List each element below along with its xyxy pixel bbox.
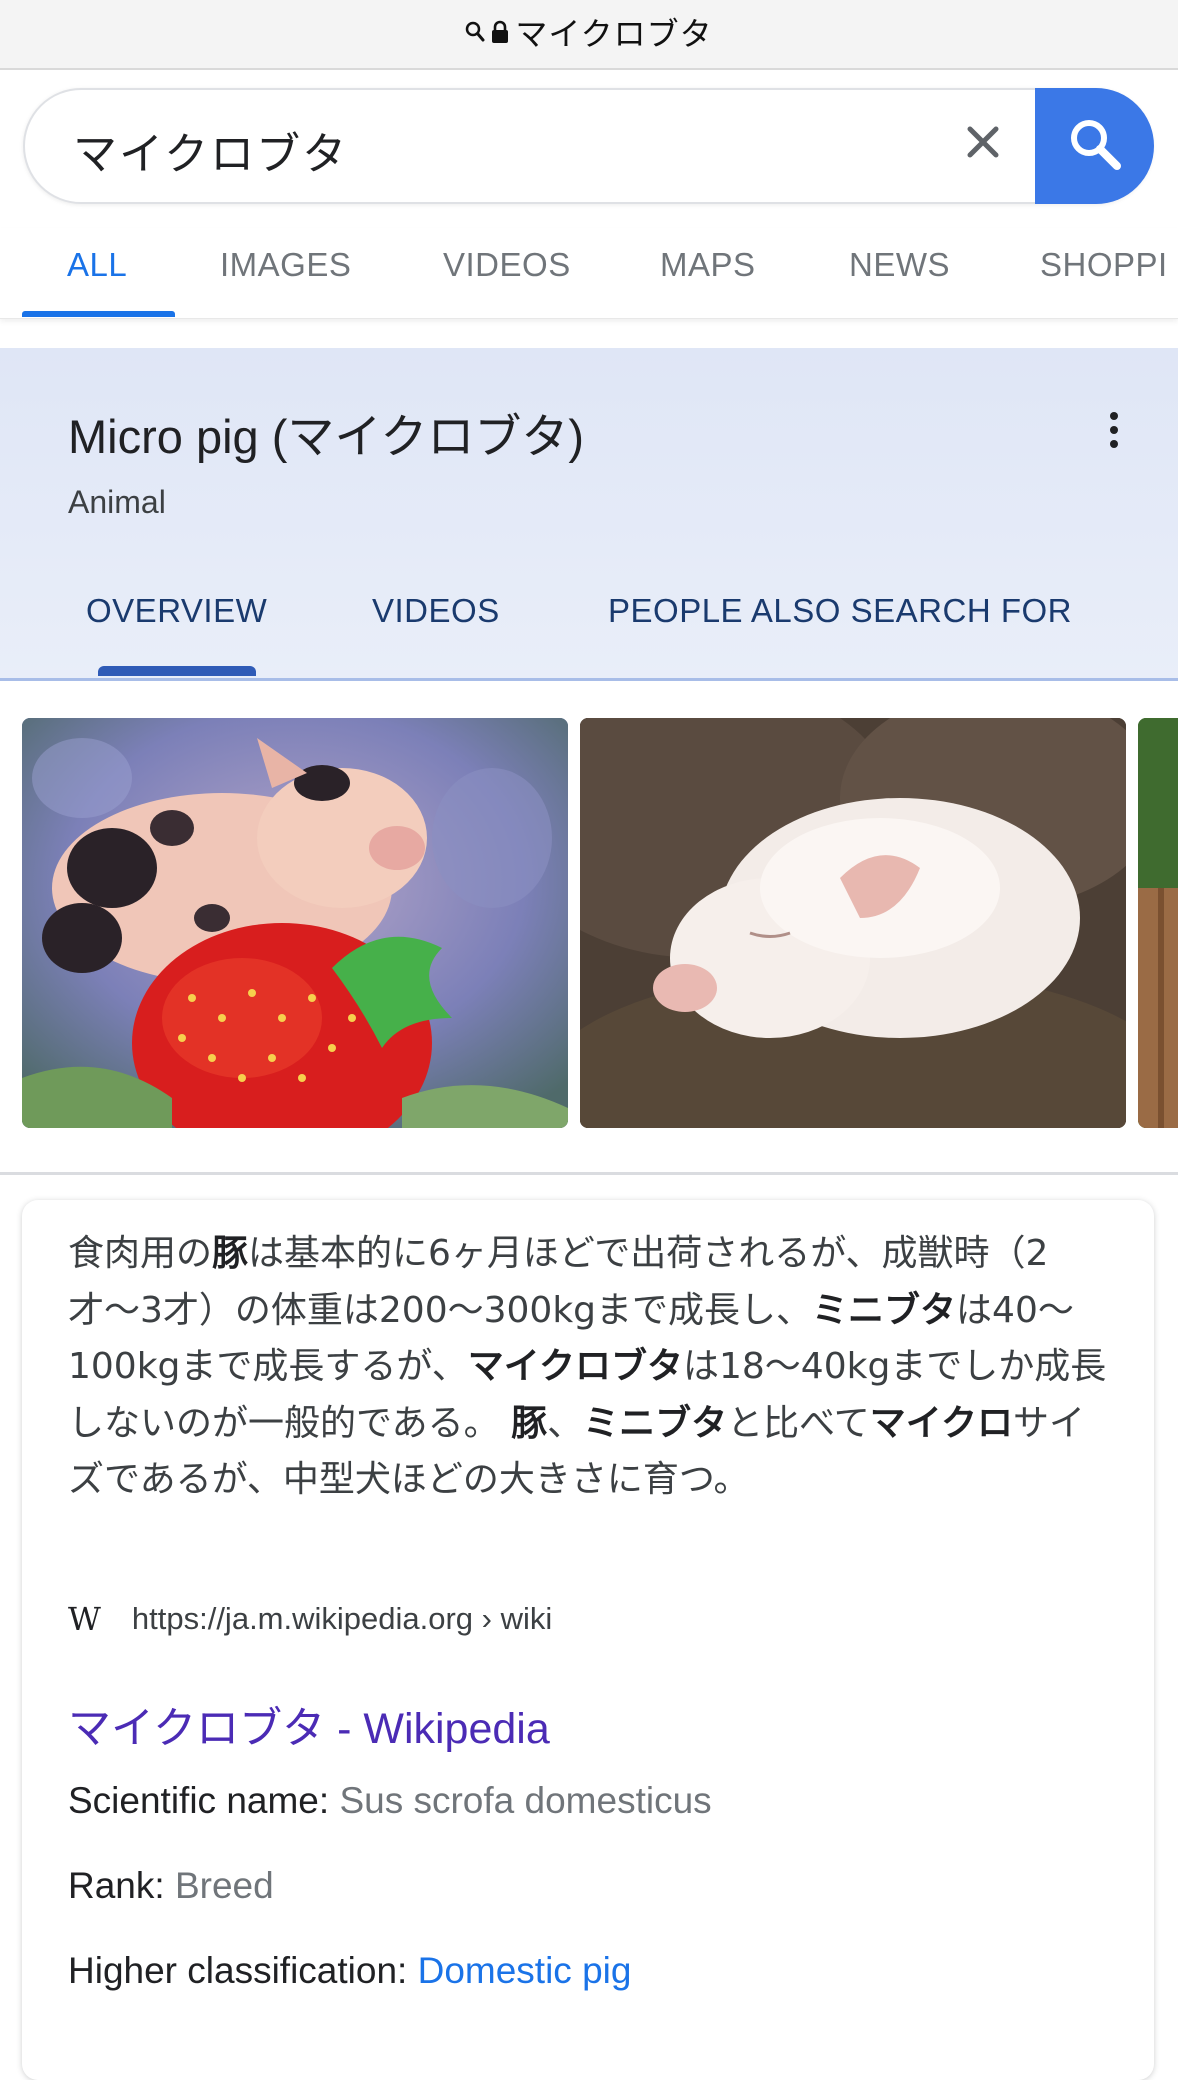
- knowledge-panel-subtitle: Animal: [68, 484, 166, 520]
- desc-segment: 豚: [511, 1402, 548, 1444]
- kp-tab-overview[interactable]: OVERVIEW: [86, 592, 267, 630]
- fact-value: Sus scrofa domesticus: [339, 1780, 712, 1821]
- wikipedia-logo-icon: W: [68, 1600, 101, 1638]
- partial-image[interactable]: [1138, 718, 1178, 1128]
- fact-scientific-name: Scientific name: Sus scrofa domesticus: [68, 1780, 712, 1822]
- tab-shopping[interactable]: SHOPPI: [1040, 246, 1168, 284]
- desc-segment: 、: [547, 1402, 584, 1444]
- fact-rank: Rank: Breed: [68, 1865, 274, 1907]
- desc-segment: マイクロ: [869, 1402, 1013, 1444]
- knowledge-panel-header: Micro pig (マイクロブタ) Animal OVERVIEW VIDEO…: [0, 348, 1178, 681]
- fact-value: Breed: [174, 1865, 274, 1906]
- more-options-button[interactable]: [1098, 400, 1130, 460]
- desc-segment: マイクロブタ: [467, 1346, 683, 1387]
- desc-segment: ミニブタ: [583, 1402, 728, 1444]
- description-text: 食肉用の豚は基本的に6ヶ月ほどで出荷されるが、成獣時（2才〜3才）の体重は200…: [68, 1226, 1118, 1509]
- fact-higher-classification: Higher classification: Domestic pig: [68, 1950, 631, 1992]
- kp-tab-people-also-search[interactable]: PEOPLE ALSO SEARCH FOR: [608, 592, 1072, 630]
- source-row[interactable]: W https://ja.m.wikipedia.org › wiki: [68, 1600, 552, 1638]
- wikipedia-link[interactable]: マイクロブタ - Wikipedia: [68, 1694, 550, 1756]
- desc-segment: 豚: [212, 1233, 249, 1274]
- section-divider: [0, 1172, 1178, 1175]
- browser-address-bar[interactable]: マイクロブタ: [0, 0, 1178, 70]
- knowledge-panel-title: Micro pig (マイクロブタ): [68, 410, 585, 463]
- source-url: https://ja.m.wikipedia.org › wiki: [131, 1601, 553, 1636]
- search-icon: [465, 21, 485, 43]
- piglet-on-strawberry-image[interactable]: [22, 718, 568, 1128]
- address-text: マイクロブタ: [515, 15, 713, 53]
- tab-news[interactable]: NEWS: [849, 246, 950, 284]
- tab-all[interactable]: ALL: [67, 246, 127, 284]
- close-icon: [966, 125, 1000, 163]
- desc-segment: と比べて: [727, 1402, 870, 1444]
- tab-videos[interactable]: VIDEOS: [443, 246, 571, 284]
- desc-segment: 食肉用の: [68, 1233, 213, 1274]
- domestic-pig-link[interactable]: Domestic pig: [418, 1950, 632, 1991]
- clear-search-button[interactable]: [951, 112, 1015, 176]
- search-input[interactable]: マイクロブタ: [73, 118, 348, 182]
- lock-icon: [491, 20, 509, 44]
- kp-tab-videos[interactable]: VIDEOS: [372, 592, 500, 630]
- tab-maps[interactable]: MAPS: [660, 246, 756, 284]
- desc-segment: ミニブタ: [812, 1289, 957, 1331]
- more-vert-icon: [1110, 412, 1118, 448]
- tab-images[interactable]: IMAGES: [220, 246, 351, 284]
- fact-label: Higher classification:: [68, 1950, 408, 1991]
- description-card: 食肉用の豚は基本的に6ヶ月ほどで出荷されるが、成獣時（2才〜3才）の体重は200…: [22, 1200, 1154, 2080]
- sleeping-piglet-image[interactable]: [580, 718, 1126, 1128]
- fact-label: Rank:: [68, 1865, 165, 1906]
- search-icon: [1067, 116, 1123, 176]
- fact-label: Scientific name:: [68, 1780, 330, 1821]
- search-button[interactable]: [1035, 88, 1154, 204]
- kp-active-tab-indicator: [98, 666, 256, 676]
- search-box[interactable]: マイクロブタ: [23, 88, 1153, 204]
- search-tabs: ALL IMAGES VIDEOS MAPS NEWS SHOPPI: [0, 228, 1178, 319]
- active-tab-indicator: [22, 311, 175, 317]
